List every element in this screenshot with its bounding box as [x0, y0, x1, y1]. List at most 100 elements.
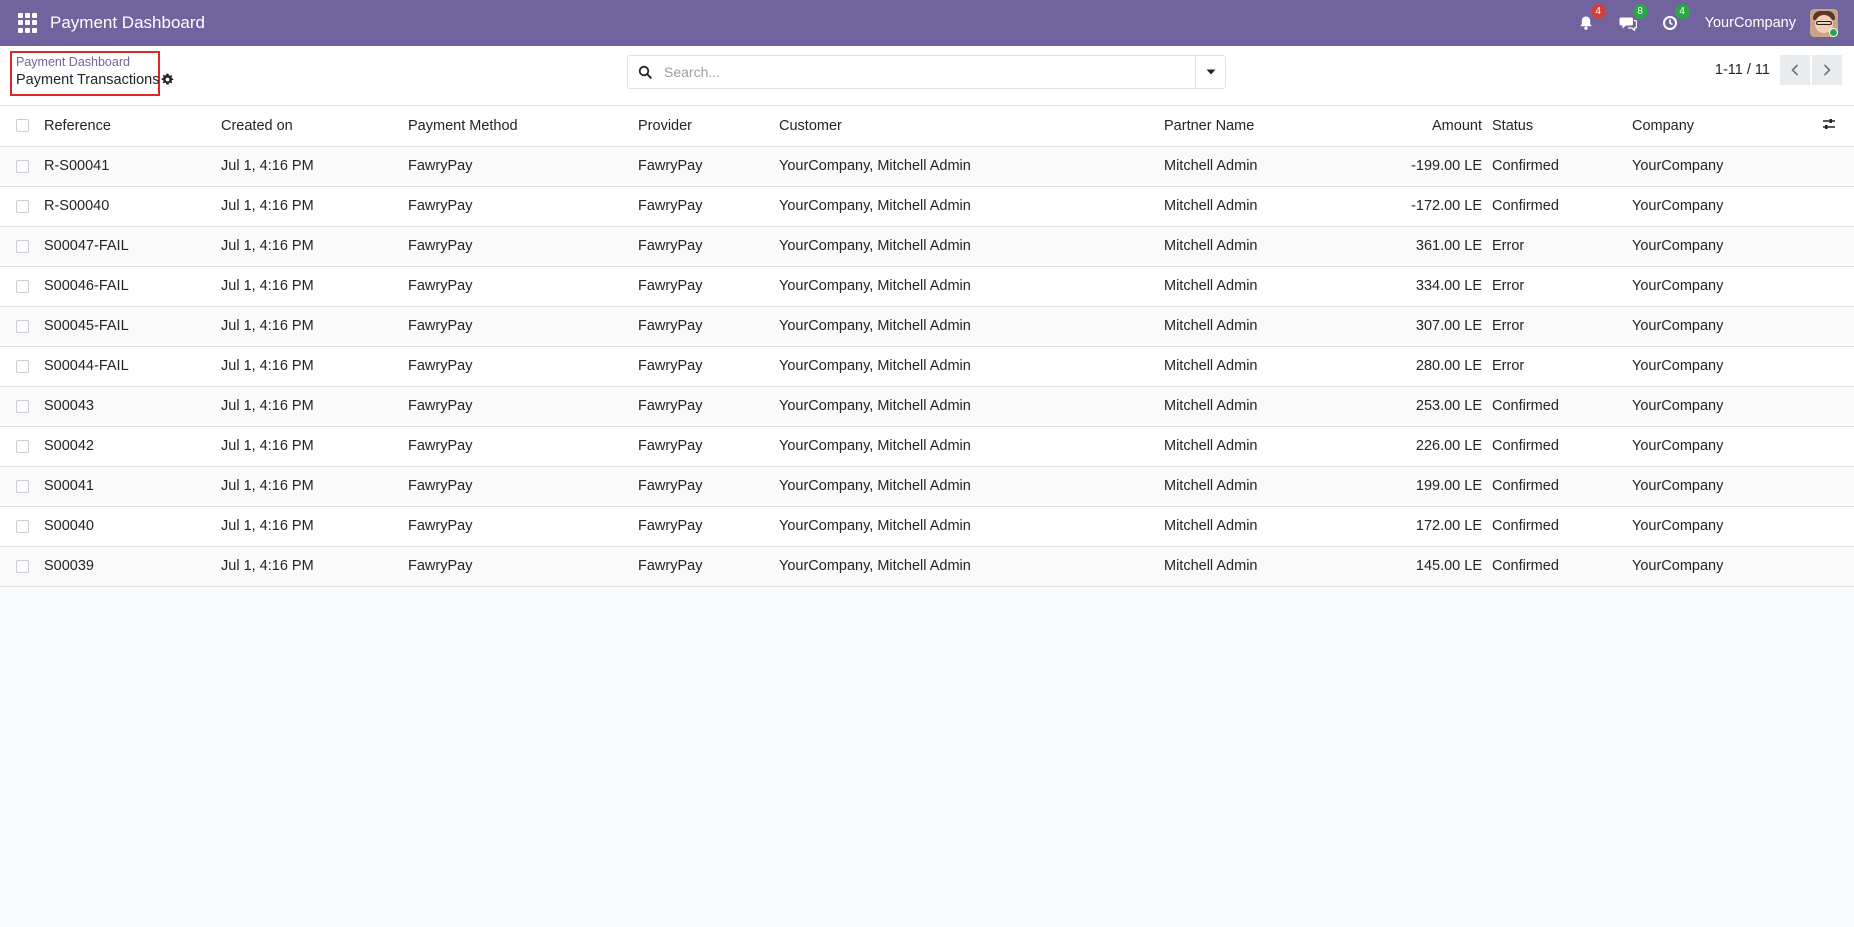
- cell-created-on: Jul 1, 4:16 PM: [221, 318, 314, 334]
- row-checkbox[interactable]: [16, 199, 29, 213]
- table-row[interactable]: S00041 Jul 1, 4:16 PM FawryPay FawryPay Your…: [0, 466, 1854, 506]
- cell-payment-method: FawryPay: [408, 198, 473, 214]
- clock-icon[interactable]: 4: [1659, 4, 1690, 34]
- control-panel: Payment Dashboard Payment Transactions 1…: [0, 46, 1854, 106]
- row-checkbox[interactable]: [16, 239, 29, 253]
- cell-status: Confirmed: [1492, 558, 1559, 574]
- pager-previous-button[interactable]: [1780, 55, 1810, 85]
- column-header-partner-name[interactable]: Partner Name: [1164, 106, 1364, 146]
- gear-icon[interactable]: [161, 73, 174, 90]
- cell-amount: 253.00 LE: [1415, 398, 1482, 414]
- pager-value[interactable]: 1-11 / 11: [1715, 62, 1770, 78]
- company-switcher[interactable]: YourCompany: [1705, 15, 1796, 31]
- row-checkbox-cell: [0, 346, 44, 386]
- cell-payment-method: FawryPay: [408, 478, 473, 494]
- cell-provider: FawryPay: [638, 318, 703, 334]
- cell-created-on: Jul 1, 4:16 PM: [221, 158, 314, 174]
- cell-payment-method: FawryPay: [408, 358, 473, 374]
- cell-company: YourCompany: [1632, 158, 1724, 174]
- row-checkbox-cell: [0, 426, 44, 466]
- cell-reference: S00041: [44, 478, 94, 494]
- row-spacer: [1822, 386, 1854, 426]
- pager-next-button[interactable]: [1812, 55, 1842, 85]
- column-header-amount[interactable]: Amount: [1364, 106, 1482, 146]
- table-row[interactable]: S00039 Jul 1, 4:16 PM FawryPay FawryPay Your…: [0, 546, 1854, 586]
- cell-company: YourCompany: [1632, 238, 1724, 254]
- cell-status: Error: [1492, 358, 1525, 374]
- cell-reference: S00042: [44, 438, 94, 454]
- app-title[interactable]: Payment Dashboard: [50, 13, 205, 33]
- table-row[interactable]: S00045-FAIL Jul 1, 4:16 PM FawryPay FawryPa…: [0, 306, 1854, 346]
- column-header-company[interactable]: Company: [1632, 106, 1822, 146]
- table-row[interactable]: R-S00041 Jul 1, 4:16 PM FawryPay FawryPay Yo…: [0, 146, 1854, 186]
- search-options-toggle[interactable]: [1195, 56, 1225, 88]
- column-header-reference[interactable]: Reference: [44, 106, 221, 146]
- row-checkbox[interactable]: [16, 559, 29, 573]
- row-checkbox[interactable]: [16, 279, 29, 293]
- column-header-created-on[interactable]: Created on: [221, 106, 408, 146]
- row-checkbox[interactable]: [16, 439, 29, 453]
- cell-reference: S00043: [44, 398, 94, 414]
- page-title: Payment Transactions: [16, 72, 160, 88]
- activity-bell-icon[interactable]: 4: [1575, 4, 1606, 34]
- row-checkbox[interactable]: [16, 359, 29, 373]
- column-header-customer[interactable]: Customer: [779, 106, 1164, 146]
- cell-customer: YourCompany, Mitchell Admin: [779, 558, 971, 574]
- cell-company: YourCompany: [1632, 518, 1724, 534]
- select-all-checkbox[interactable]: [16, 119, 29, 133]
- cell-reference: S00045-FAIL: [44, 318, 129, 334]
- cell-provider: FawryPay: [638, 398, 703, 414]
- search-bar: [627, 55, 1226, 89]
- row-checkbox[interactable]: [16, 479, 29, 493]
- cell-amount: 280.00 LE: [1415, 358, 1482, 374]
- select-all-checkbox-cell: [0, 106, 44, 146]
- cell-partner-name: Mitchell Admin: [1164, 518, 1258, 534]
- cell-status: Confirmed: [1492, 158, 1559, 174]
- optional-columns-toggle[interactable]: [1822, 106, 1854, 146]
- online-status-dot: [1829, 28, 1838, 37]
- messages-icon[interactable]: 8: [1617, 4, 1648, 34]
- cell-customer: YourCompany, Mitchell Admin: [779, 158, 971, 174]
- table-row[interactable]: R-S00040 Jul 1, 4:16 PM FawryPay FawryPay Yo…: [0, 186, 1854, 226]
- cell-amount: 145.00 LE: [1415, 558, 1482, 574]
- row-checkbox-cell: [0, 306, 44, 346]
- cell-partner-name: Mitchell Admin: [1164, 478, 1258, 494]
- cell-amount: 307.00 LE: [1415, 318, 1482, 334]
- cell-company: YourCompany: [1632, 278, 1724, 294]
- row-checkbox-cell: [0, 226, 44, 266]
- breadcrumb-parent-link[interactable]: Payment Dashboard: [16, 55, 154, 70]
- column-header-status[interactable]: Status: [1482, 106, 1632, 146]
- cell-amount: 199.00 LE: [1415, 478, 1482, 494]
- row-checkbox[interactable]: [16, 319, 29, 333]
- cell-reference: S00047-FAIL: [44, 238, 129, 254]
- cell-reference: R-S00041: [44, 158, 110, 174]
- cell-customer: YourCompany, Mitchell Admin: [779, 318, 971, 334]
- column-header-payment-method[interactable]: Payment Method: [408, 106, 638, 146]
- cell-payment-method: FawryPay: [408, 558, 473, 574]
- cell-partner-name: Mitchell Admin: [1164, 358, 1258, 374]
- table-row[interactable]: S00044-FAIL Jul 1, 4:16 PM FawryPay FawryPa…: [0, 346, 1854, 386]
- row-checkbox[interactable]: [16, 519, 29, 533]
- row-spacer: [1822, 146, 1854, 186]
- cell-reference: R-S00040: [44, 198, 110, 214]
- row-checkbox[interactable]: [16, 399, 29, 413]
- row-checkbox-cell: [0, 146, 44, 186]
- cell-amount: 226.00 LE: [1415, 438, 1482, 454]
- user-avatar[interactable]: [1810, 9, 1838, 37]
- top-navbar: Payment Dashboard 4 8 4 YourCompany: [0, 0, 1854, 46]
- table-row[interactable]: S00046-FAIL Jul 1, 4:16 PM FawryPay FawryPa…: [0, 266, 1854, 306]
- row-checkbox[interactable]: [16, 159, 29, 173]
- column-header-provider[interactable]: Provider: [638, 106, 779, 146]
- table-row[interactable]: S00043 Jul 1, 4:16 PM FawryPay FawryPay Your…: [0, 386, 1854, 426]
- table-row[interactable]: S00042 Jul 1, 4:16 PM FawryPay FawryPay Your…: [0, 426, 1854, 466]
- breadcrumb: Payment Dashboard Payment Transactions: [10, 51, 160, 96]
- transactions-table: Reference Created on Payment Method Prov…: [0, 106, 1854, 587]
- cell-created-on: Jul 1, 4:16 PM: [221, 478, 314, 494]
- cell-status: Confirmed: [1492, 478, 1559, 494]
- apps-menu-icon[interactable]: [18, 13, 38, 33]
- search-input[interactable]: [662, 56, 1195, 88]
- cell-status: Error: [1492, 318, 1525, 334]
- row-checkbox-cell: [0, 466, 44, 506]
- table-row[interactable]: S00047-FAIL Jul 1, 4:16 PM FawryPay FawryPa…: [0, 226, 1854, 266]
- table-row[interactable]: S00040 Jul 1, 4:16 PM FawryPay FawryPay Your…: [0, 506, 1854, 546]
